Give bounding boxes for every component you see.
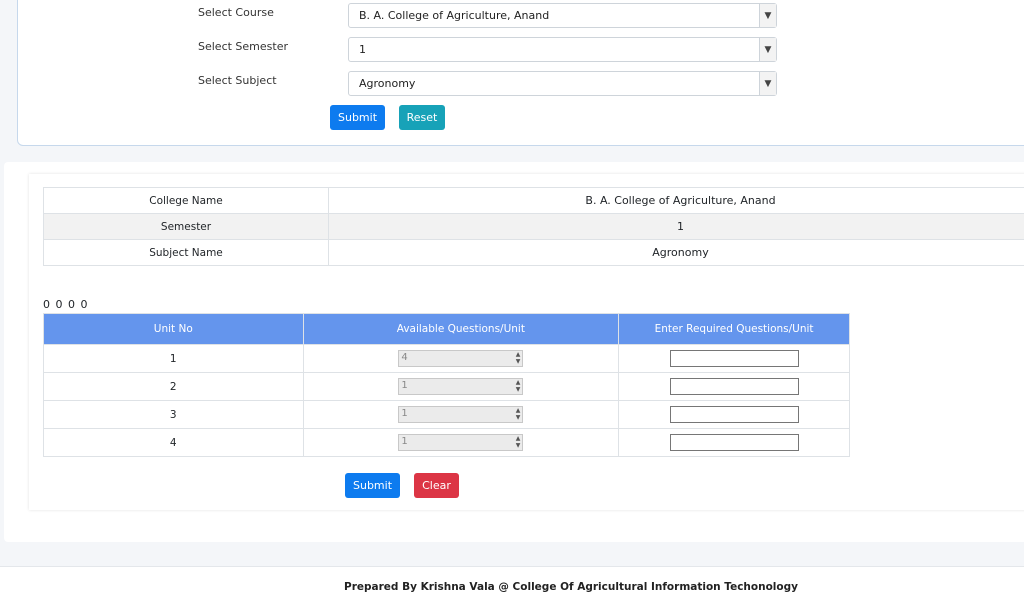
info-table: College Name B. A. College of Agricultur… (43, 187, 1024, 266)
available-questions-value: 4 (401, 352, 408, 363)
required-questions-input[interactable] (669, 378, 799, 395)
required-cell (618, 344, 850, 373)
required-questions-input[interactable] (669, 350, 799, 367)
required-questions-header: Enter Required Questions/Unit (618, 313, 850, 345)
table-row: 4 1 ▲ ▼ (43, 428, 850, 457)
semester-label: Select Semester (198, 40, 288, 53)
subject-select-value: Agronomy (359, 77, 416, 90)
available-questions-header: Available Questions/Unit (302, 313, 620, 345)
footer-text: Prepared By Krishna Vala @ College Of Ag… (344, 581, 798, 593)
available-cell: 1 ▲ ▼ (302, 428, 620, 457)
available-questions-input: 1 ▲ ▼ (398, 406, 524, 423)
course-select-value: B. A. College of Agriculture, Anand (359, 9, 550, 22)
spinner-icon: ▲ ▼ (515, 407, 521, 421)
chevron-down-icon: ▼ (759, 72, 776, 95)
spinner-icon: ▲ ▼ (515, 435, 521, 449)
required-cell (618, 372, 850, 401)
required-questions-input[interactable] (669, 406, 799, 423)
subject-row: Select Subject Agronomy ▼ (198, 71, 798, 104)
footer: Prepared By Krishna Vala @ College Of Ag… (0, 566, 1024, 603)
course-label: Select Course (198, 6, 274, 19)
submit-button[interactable]: Submit (345, 473, 400, 498)
semester-select-value: 1 (359, 43, 366, 56)
available-questions-value: 1 (401, 380, 408, 391)
unit-table-header: Unit No Available Questions/Unit Enter R… (43, 313, 850, 345)
unit-no-cell: 2 (43, 372, 304, 401)
unit-no-cell: 1 (43, 344, 304, 373)
spinner-icon: ▲ ▼ (515, 351, 521, 365)
unit-no-header: Unit No (43, 313, 304, 345)
available-questions-input: 1 ▲ ▼ (398, 378, 524, 395)
table-row: 3 1 ▲ ▼ (43, 400, 850, 429)
semester-select[interactable]: 1 ▼ (348, 37, 777, 62)
unit-no-cell: 3 (43, 400, 304, 429)
required-cell (618, 428, 850, 457)
subject-label: Select Subject (198, 74, 277, 87)
required-questions-input[interactable] (669, 434, 799, 451)
available-questions-value: 1 (401, 408, 408, 419)
subject-info-label: Subject Name (43, 239, 329, 266)
subject-select[interactable]: Agronomy ▼ (348, 71, 777, 96)
semester-info-value: 1 (328, 213, 1024, 240)
available-cell: 1 ▲ ▼ (302, 372, 620, 401)
course-row: Select Course B. A. College of Agricultu… (198, 3, 798, 36)
semester-info-label: Semester (43, 213, 329, 240)
required-cell (618, 400, 850, 429)
unit-no-cell: 4 (43, 428, 304, 457)
info-row-subject: Subject Name Agronomy (43, 239, 1024, 266)
zeros-text: 0 0 0 0 (43, 298, 89, 311)
semester-row: Select Semester 1 ▼ (198, 37, 798, 70)
clear-button[interactable]: Clear (414, 473, 459, 498)
college-name-label: College Name (43, 187, 329, 214)
college-name-value: B. A. College of Agriculture, Anand (328, 187, 1024, 214)
available-questions-value: 1 (401, 436, 408, 447)
course-select[interactable]: B. A. College of Agriculture, Anand ▼ (348, 3, 777, 28)
unit-table: Unit No Available Questions/Unit Enter R… (43, 313, 850, 457)
available-questions-input: 4 ▲ ▼ (398, 350, 524, 367)
available-cell: 1 ▲ ▼ (302, 400, 620, 429)
available-cell: 4 ▲ ▼ (302, 344, 620, 373)
table-row: 2 1 ▲ ▼ (43, 372, 850, 401)
info-row-college: College Name B. A. College of Agricultur… (43, 187, 1024, 214)
filter-submit-button[interactable]: Submit (330, 105, 385, 130)
subject-info-value: Agronomy (328, 239, 1024, 266)
chevron-down-icon: ▼ (759, 38, 776, 61)
table-row: 1 4 ▲ ▼ (43, 344, 850, 373)
info-row-semester: Semester 1 (43, 213, 1024, 240)
spinner-icon: ▲ ▼ (515, 379, 521, 393)
filter-reset-button[interactable]: Reset (399, 105, 445, 130)
chevron-down-icon: ▼ (759, 4, 776, 27)
available-questions-input: 1 ▲ ▼ (398, 434, 524, 451)
